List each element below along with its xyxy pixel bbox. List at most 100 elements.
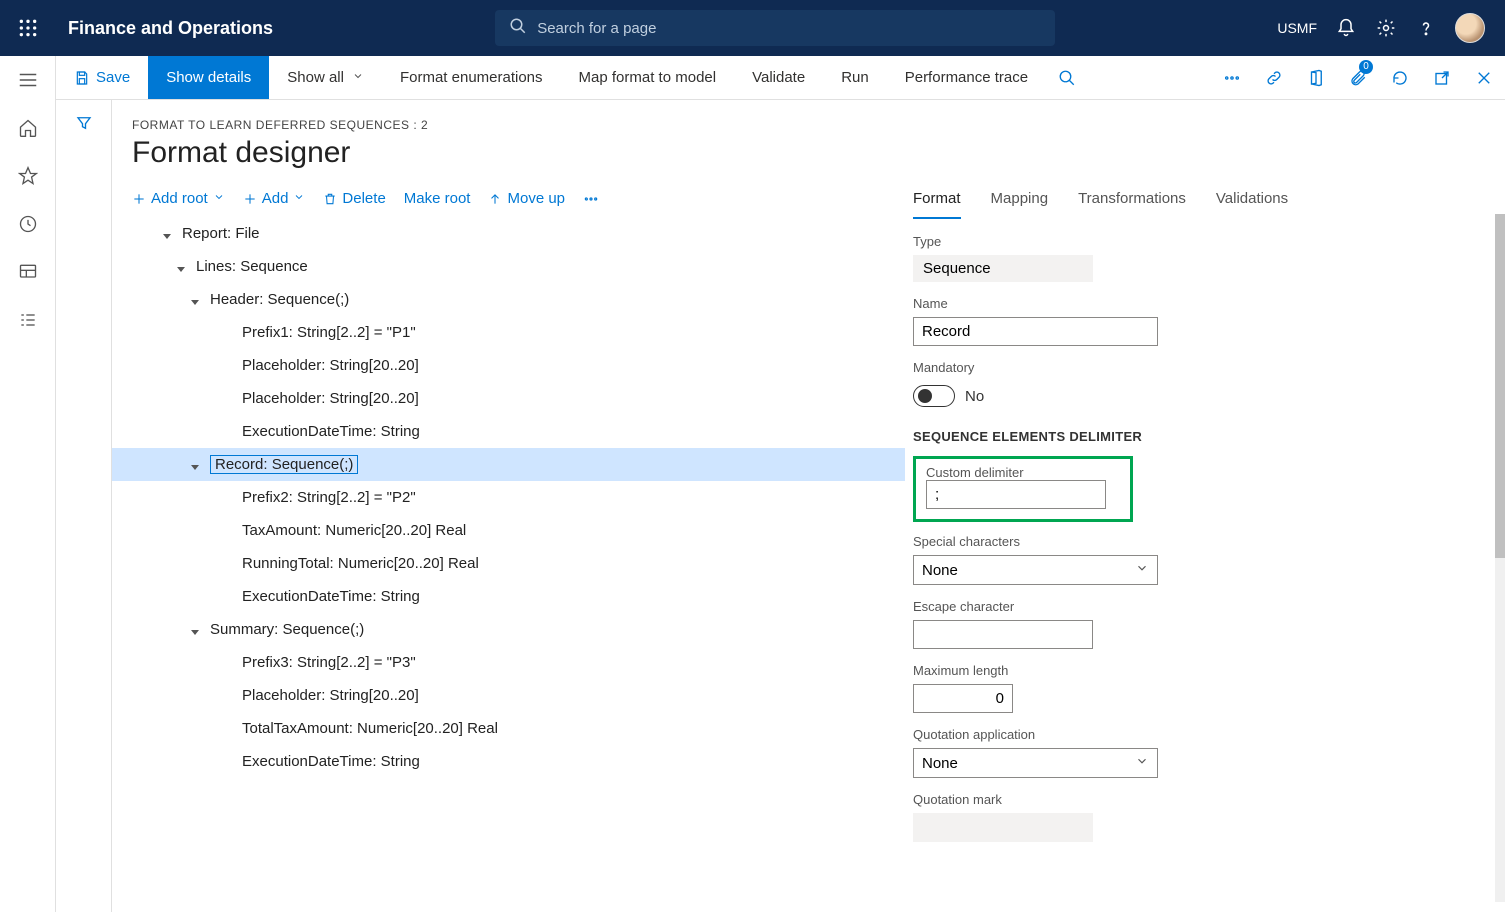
- avatar[interactable]: [1455, 13, 1485, 43]
- gear-icon[interactable]: [1375, 17, 1397, 39]
- help-icon[interactable]: [1415, 17, 1437, 39]
- scrollbar[interactable]: [1495, 214, 1505, 902]
- make-root-button[interactable]: Make root: [404, 190, 471, 207]
- tree-row[interactable]: Prefix2: String[2..2] = "P2": [112, 481, 905, 514]
- tree-row[interactable]: Placeholder: String[20..20]: [112, 382, 905, 415]
- waffle-icon[interactable]: [10, 10, 46, 46]
- tab-transformations[interactable]: Transformations: [1078, 184, 1186, 219]
- office-icon[interactable]: [1295, 56, 1337, 99]
- save-button[interactable]: Save: [56, 56, 148, 99]
- expand-icon: [222, 525, 234, 537]
- add-root-button[interactable]: Add root: [132, 190, 225, 207]
- clock-icon[interactable]: [16, 212, 40, 236]
- tree-row[interactable]: Summary: Sequence(;): [112, 613, 905, 646]
- name-input[interactable]: [913, 317, 1158, 346]
- scrollbar-thumb[interactable]: [1495, 214, 1505, 558]
- star-icon[interactable]: [16, 164, 40, 188]
- validate-button[interactable]: Validate: [734, 56, 823, 99]
- add-root-label: Add root: [151, 190, 208, 207]
- expand-icon[interactable]: [190, 459, 202, 471]
- format-tree[interactable]: Report: File Lines: SequenceHeader: Seque…: [112, 217, 905, 912]
- expand-icon: [222, 492, 234, 504]
- expand-icon[interactable]: [176, 261, 188, 273]
- run-button[interactable]: Run: [823, 56, 887, 99]
- tree-node-label: Prefix1: String[2..2] = "P1": [242, 324, 416, 341]
- refresh-icon[interactable]: [1379, 56, 1421, 99]
- special-characters-select[interactable]: None: [913, 555, 1158, 585]
- tab-validations[interactable]: Validations: [1216, 184, 1288, 219]
- show-details-button[interactable]: Show details: [148, 56, 269, 99]
- modules-icon[interactable]: [16, 308, 40, 332]
- add-button[interactable]: Add: [243, 190, 306, 207]
- close-icon[interactable]: [1463, 56, 1505, 99]
- custom-delimiter-input[interactable]: [926, 480, 1106, 509]
- search-action-icon[interactable]: [1046, 56, 1088, 99]
- tree-row[interactable]: Prefix3: String[2..2] = "P3": [112, 646, 905, 679]
- expand-icon: [222, 690, 234, 702]
- search-input[interactable]: [537, 20, 1041, 37]
- format-enumerations-button[interactable]: Format enumerations: [382, 56, 561, 99]
- tree-node-label: Report: File: [182, 225, 260, 242]
- quotation-application-value: None: [922, 755, 958, 772]
- expand-icon: [222, 426, 234, 438]
- section-delimiter-header: SEQUENCE ELEMENTS DELIMITER: [913, 429, 1485, 444]
- performance-trace-button[interactable]: Performance trace: [887, 56, 1046, 99]
- tree-node-label: ExecutionDateTime: String: [242, 423, 420, 440]
- tree-row[interactable]: TaxAmount: Numeric[20..20] Real: [112, 514, 905, 547]
- company-label[interactable]: USMF: [1277, 20, 1317, 36]
- bell-icon[interactable]: [1335, 17, 1357, 39]
- tab-format[interactable]: Format: [913, 184, 961, 219]
- validate-label: Validate: [752, 69, 805, 86]
- tree-node-label: Prefix2: String[2..2] = "P2": [242, 489, 416, 506]
- tree-row[interactable]: Placeholder: String[20..20]: [112, 679, 905, 712]
- popup-icon[interactable]: [1421, 56, 1463, 99]
- maximum-length-label: Maximum length: [913, 663, 1485, 678]
- quotation-application-select[interactable]: None: [913, 748, 1158, 778]
- attachments-icon[interactable]: 0: [1337, 56, 1379, 99]
- tree-row[interactable]: Header: Sequence(;): [112, 283, 905, 316]
- tab-mapping[interactable]: Mapping: [991, 184, 1049, 219]
- tree-row[interactable]: Lines: Sequence: [112, 250, 905, 283]
- expand-icon[interactable]: [190, 294, 202, 306]
- more-icon[interactable]: [1211, 56, 1253, 99]
- escape-character-input[interactable]: [913, 620, 1093, 649]
- map-format-button[interactable]: Map format to model: [561, 56, 735, 99]
- maximum-length-input[interactable]: [913, 684, 1013, 713]
- tree-row[interactable]: RunningTotal: Numeric[20..20] Real: [112, 547, 905, 580]
- tree-row[interactable]: TotalTaxAmount: Numeric[20..20] Real: [112, 712, 905, 745]
- link-icon[interactable]: [1253, 56, 1295, 99]
- topbar-right: USMF: [1277, 13, 1495, 43]
- tree-node-label: Record: Sequence(;): [210, 455, 358, 474]
- tree-row[interactable]: Prefix1: String[2..2] = "P1": [112, 316, 905, 349]
- custom-delimiter-label: Custom delimiter: [926, 465, 1120, 480]
- show-all-button[interactable]: Show all: [269, 56, 382, 99]
- chevron-down-icon: [352, 69, 364, 86]
- search-box[interactable]: [495, 10, 1055, 46]
- workspace-icon[interactable]: [16, 260, 40, 284]
- topbar: Finance and Operations USMF: [0, 0, 1505, 56]
- move-up-button[interactable]: Move up: [488, 190, 565, 207]
- app-title: Finance and Operations: [68, 18, 273, 39]
- tree-toolbar: Add root Add Delete: [112, 184, 905, 217]
- chevron-down-icon: [1135, 754, 1149, 772]
- quotation-application-label: Quotation application: [913, 727, 1485, 742]
- filter-icon[interactable]: [75, 114, 93, 912]
- quotation-mark-input[interactable]: [913, 813, 1093, 842]
- delete-button[interactable]: Delete: [323, 190, 385, 207]
- breadcrumb: FORMAT TO LEARN DEFERRED SEQUENCES : 2: [112, 118, 1505, 132]
- toolbar-more-icon[interactable]: [583, 191, 599, 207]
- tree-row[interactable]: ExecutionDateTime: String: [112, 415, 905, 448]
- mandatory-toggle[interactable]: [913, 385, 955, 407]
- hamburger-icon[interactable]: [16, 68, 40, 92]
- expand-icon[interactable]: [162, 228, 174, 240]
- tree-row[interactable]: Record: Sequence(;): [112, 448, 905, 481]
- tree-row[interactable]: ExecutionDateTime: String: [112, 745, 905, 778]
- tree-row[interactable]: ExecutionDateTime: String: [112, 580, 905, 613]
- search-icon: [509, 17, 527, 40]
- tree-row[interactable]: Placeholder: String[20..20]: [112, 349, 905, 382]
- tree-node-label: Placeholder: String[20..20]: [242, 357, 419, 374]
- expand-icon[interactable]: [190, 624, 202, 636]
- map-format-label: Map format to model: [579, 69, 717, 86]
- tree-row[interactable]: Report: File: [112, 217, 905, 250]
- home-icon[interactable]: [16, 116, 40, 140]
